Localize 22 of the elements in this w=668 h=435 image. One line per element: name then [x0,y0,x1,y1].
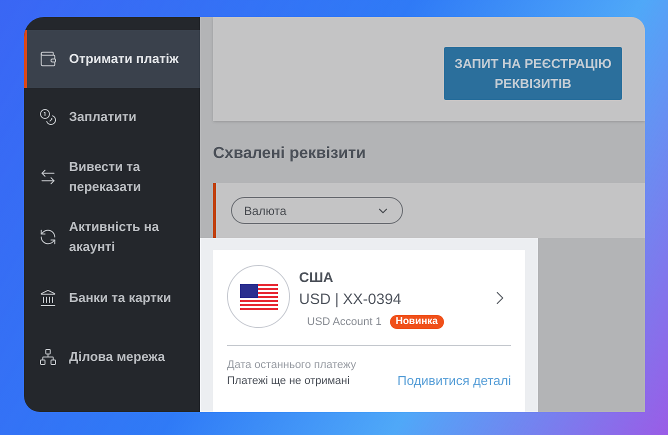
menu-icon [39,50,57,68]
account-number: USD | XX-0394 [299,290,402,310]
country-name: США [299,268,334,287]
sidebar-item[interactable]: Ділова мережа [24,330,200,384]
sidebar-item[interactable]: Заплатити [24,88,200,146]
menu-icon [39,168,57,186]
menu-icon [39,228,57,246]
sidebar-item[interactable]: Вивести та переказати [24,146,200,208]
menu-icon [39,348,57,366]
section-title: Схвалені реквізити [213,144,367,164]
currency-select[interactable]: Валюта [231,197,403,224]
menu-icon [39,289,57,307]
account-card[interactable]: США USD | XX-0394 USD Account 1 Новинка Дата останнього платежу Платежі ще не отримані Подивитися деталі [213,250,525,412]
menu-icon [39,108,57,126]
sidebar-item[interactable]: Банки та картки [24,266,200,330]
new-badge: Новинка [390,315,444,330]
account-name: USD Account 1 [307,315,382,330]
flag-icon [240,284,278,310]
sidebar-item[interactable]: Активність на акаунті [24,208,200,266]
sidebar-item[interactable]: Отримати платіж [24,30,200,88]
last-payment-value: Платежі ще не отримані [227,374,351,388]
last-payment-label: Дата останнього платежу [227,358,356,372]
